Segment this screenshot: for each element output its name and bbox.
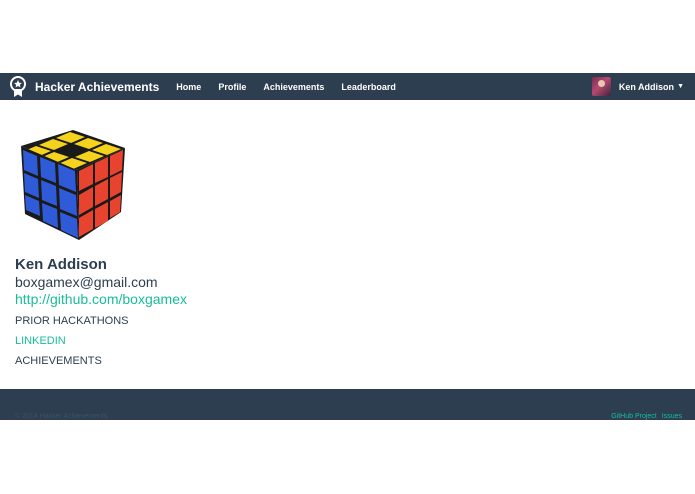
avatar: [591, 77, 611, 96]
nav-link-profile[interactable]: Profile: [218, 82, 246, 92]
prior-hackathons-heading: PRIOR HACKATHONS: [15, 315, 129, 327]
user-name: Ken Addison: [618, 81, 675, 92]
nav-link-home[interactable]: Home: [176, 82, 201, 92]
linkedin-link[interactable]: LINKEDIN: [15, 335, 187, 348]
top-navbar: Hacker Achievements Home Profile Achieve…: [0, 73, 695, 100]
profile-name: Ken Addison: [15, 256, 107, 273]
nav-link-leaderboard[interactable]: Leaderboard: [341, 82, 396, 92]
achievements-heading: ACHIEVEMENTS: [15, 355, 102, 367]
footer: © 2014 Hacker Achievements GitHub Projec…: [0, 389, 695, 420]
caret-down-icon: ▼: [677, 83, 684, 90]
profile-info: Ken Addison boxgamex@gmail.com http://gi…: [15, 256, 187, 368]
rubiks-cube-image: [21, 130, 125, 240]
brand-name: Hacker Achievements: [35, 79, 160, 94]
profile-email: boxgamex@gmail.com: [15, 274, 158, 290]
user-menu-dropdown[interactable]: Ken Addison ▼: [591, 76, 684, 97]
award-ribbon-icon: [10, 75, 26, 97]
footer-copyright: © 2014 Hacker Achievements: [15, 413, 108, 420]
footer-links: GitHub Project Issues: [606, 413, 682, 420]
nav-link-achievements[interactable]: Achievements: [263, 82, 324, 92]
profile-image-container: [15, 126, 131, 242]
github-link[interactable]: http://github.com/boxgamex: [15, 291, 187, 308]
brand[interactable]: Hacker Achievements: [8, 75, 160, 98]
footer-link-issues[interactable]: Issues: [662, 413, 682, 420]
footer-link-github-project[interactable]: GitHub Project: [611, 413, 657, 420]
nav-links: Home Profile Achievements Leaderboard: [176, 82, 413, 92]
